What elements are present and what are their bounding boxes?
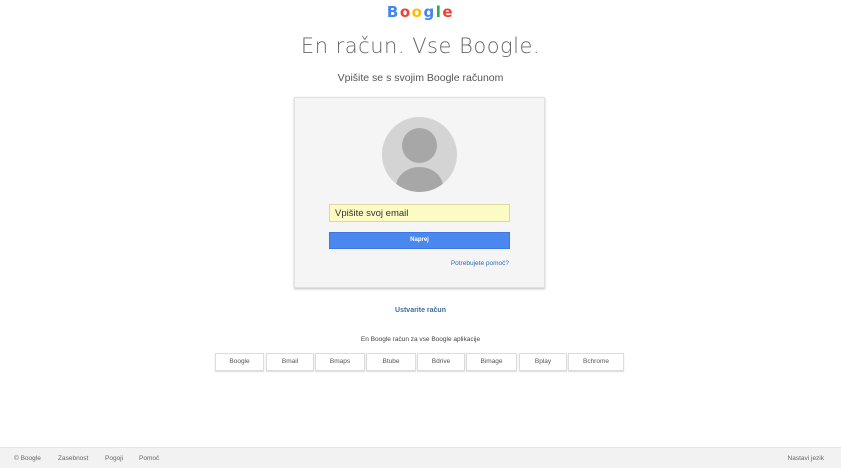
logo-letter: o	[399, 3, 412, 21]
footer-link-terms[interactable]: Pogoji	[105, 455, 123, 462]
app-button-bmaps[interactable]: Bmaps	[315, 353, 365, 371]
logo-letter: B	[386, 3, 400, 21]
app-button-bdrive[interactable]: Bdrive	[417, 353, 465, 371]
logo-letter: g	[423, 3, 436, 21]
footer: © Boogle Zasebnost Pogoji Pomoč Nastavi …	[0, 447, 841, 468]
create-account-link[interactable]: Ustvarite račun	[395, 307, 446, 314]
avatar-body-shape	[396, 167, 443, 192]
page-title: En račun. Vse Boogle.	[300, 34, 541, 58]
page-subtitle: Vpišite se s svojim Boogle računom	[337, 72, 504, 84]
avatar-icon	[382, 117, 457, 192]
footer-language-link[interactable]: Nastavi jezik	[788, 455, 824, 462]
create-account-row: Ustvarite račun	[0, 307, 841, 314]
apps-tagline: En Boogle račun za vse Boogle aplikacije	[360, 336, 481, 343]
help-link[interactable]: Potrebujete pomoč?	[451, 260, 509, 267]
avatar-head-shape	[402, 128, 437, 163]
footer-link-help[interactable]: Pomoč	[139, 455, 159, 462]
login-card: Naprej Potrebujete pomoč?	[294, 97, 545, 288]
app-button-btube[interactable]: Btube	[366, 353, 416, 371]
email-input[interactable]	[329, 204, 510, 222]
logo-letter: o	[411, 3, 424, 21]
app-button-boogle[interactable]: Boogle	[215, 353, 264, 371]
footer-link-privacy[interactable]: Zasebnost	[58, 455, 88, 462]
boogle-logo: Boogle	[0, 3, 841, 21]
next-button[interactable]: Naprej	[329, 232, 510, 249]
app-button-bimage[interactable]: Bimage	[466, 353, 517, 371]
app-button-bmail[interactable]: Bmail	[266, 353, 314, 371]
page: Boogle En račun. Vse Boogle. Vpišite se …	[0, 0, 841, 468]
app-button-bchrome[interactable]: Bchrome	[568, 353, 624, 371]
footer-copyright: © Boogle	[14, 455, 41, 462]
logo-letter: e	[442, 3, 455, 21]
app-button-bplay[interactable]: Bplay	[519, 353, 567, 371]
